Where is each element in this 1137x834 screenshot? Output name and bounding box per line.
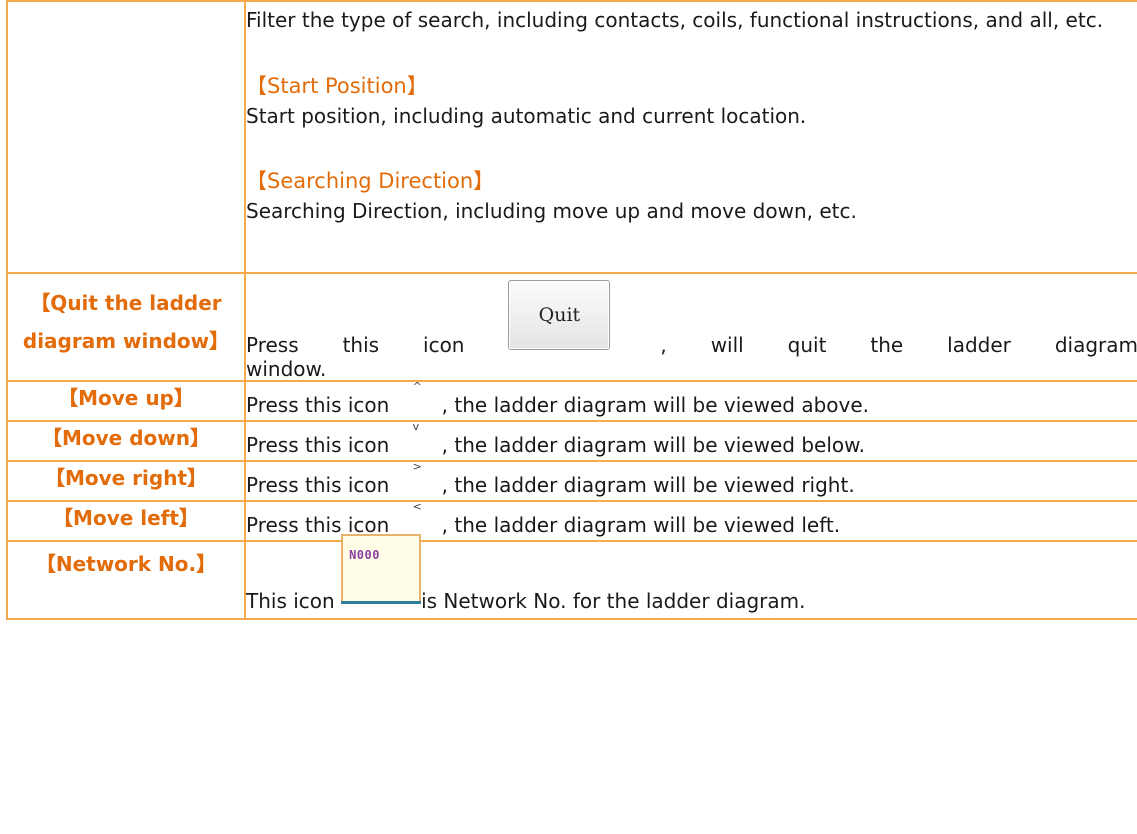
move-right-row: 【Move right】 Press this icon >, the ladd… xyxy=(6,460,1137,502)
move-right-text-after: , the ladder diagram will be viewed righ… xyxy=(441,473,855,497)
move-up-text-after: , the ladder diagram will be viewed abov… xyxy=(441,393,870,417)
move-down-description: Press this icon v, the ladder diagram wi… xyxy=(246,420,1137,460)
move-left-row: 【Move left】 Press this icon <, the ladde… xyxy=(6,500,1137,542)
move-up-description: Press this icon ^, the ladder diagram wi… xyxy=(246,380,1137,420)
right-arrow-icon[interactable]: > xyxy=(396,460,442,492)
move-right-description: Press this icon >, the ladder diagram wi… xyxy=(246,460,1137,500)
down-arrow-icon[interactable]: v xyxy=(396,420,442,452)
start-position-description: Start position, including automatic and … xyxy=(246,104,807,128)
quit-label-line1: 【Quit the ladder xyxy=(30,291,222,315)
start-position-heading: 【Start Position】 xyxy=(246,74,428,98)
move-down-label: 【Move down】 xyxy=(6,420,246,462)
move-right-text-before: Press this icon xyxy=(246,473,396,497)
quit-label-cell: 【Quit the ladder diagram window】 xyxy=(6,272,246,382)
network-icon-wrapper: N000 xyxy=(341,534,422,608)
function-table: Filter the type of search, including con… xyxy=(6,0,1137,620)
move-down-text-before: Press this icon xyxy=(246,433,396,457)
quit-row: 【Quit the ladder diagram window】 Press t… xyxy=(6,272,1137,382)
up-arrow-icon[interactable]: ^ xyxy=(396,380,442,412)
search-options-cell: Filter the type of search, including con… xyxy=(244,0,1137,274)
network-no-description: This icon N000 is Network No. for the lad… xyxy=(246,534,1137,616)
quit-button-icon[interactable]: Quit xyxy=(508,280,611,350)
quit-description-cell: Press this icon Quit , will quit the lad… xyxy=(244,272,1137,382)
quit-text-after: , will quit the ladder diagram xyxy=(660,333,1137,357)
empty-label-cell xyxy=(6,0,246,274)
move-down-text-after: , the ladder diagram will be viewed belo… xyxy=(441,433,866,457)
move-up-description-cell: Press this icon ^, the ladder diagram wi… xyxy=(244,380,1137,422)
move-right-description-cell: Press this icon >, the ladder diagram wi… xyxy=(244,460,1137,502)
network-number-icon[interactable]: N000 xyxy=(341,534,422,604)
network-no-row: 【Network No.】 This icon N000 is Network N… xyxy=(6,534,1137,620)
filter-description: Filter the type of search, including con… xyxy=(246,8,1104,32)
quit-description-line2: window. xyxy=(246,357,327,381)
quit-icon-wrapper: Quit xyxy=(508,280,616,352)
move-down-row: 【Move down】 Press this icon v, the ladde… xyxy=(6,420,1137,462)
move-left-text-after: , the ladder diagram will be viewed left… xyxy=(441,513,841,537)
move-up-label: 【Move up】 xyxy=(6,380,246,422)
left-arrow-icon[interactable]: < xyxy=(396,500,442,532)
search-options-row: Filter the type of search, including con… xyxy=(6,0,1137,274)
network-no-label: 【Network No.】 xyxy=(6,540,246,620)
network-no-text-after: is Network No. for the ladder diagram. xyxy=(421,589,806,613)
searching-direction-heading: 【Searching Direction】 xyxy=(246,169,495,193)
network-number-icon-label: N000 xyxy=(349,548,380,562)
move-up-text-before: Press this icon xyxy=(246,393,396,417)
searching-direction-description: Searching Direction, including move up a… xyxy=(246,199,857,223)
move-left-label: 【Move left】 xyxy=(6,500,246,542)
quit-description: Press this icon Quit , will quit the lad… xyxy=(246,280,1137,358)
quit-text-before: Press this icon xyxy=(246,333,509,357)
move-up-row: 【Move up】 Press this icon ^, the ladder … xyxy=(6,380,1137,422)
quit-label-line2: diagram window】 xyxy=(22,329,230,353)
network-no-description-cell: This icon N000 is Network No. for the lad… xyxy=(244,534,1137,620)
move-right-label: 【Move right】 xyxy=(6,460,246,502)
move-down-description-cell: Press this icon v, the ladder diagram wi… xyxy=(244,420,1137,462)
network-no-text-before: This icon xyxy=(246,589,342,613)
